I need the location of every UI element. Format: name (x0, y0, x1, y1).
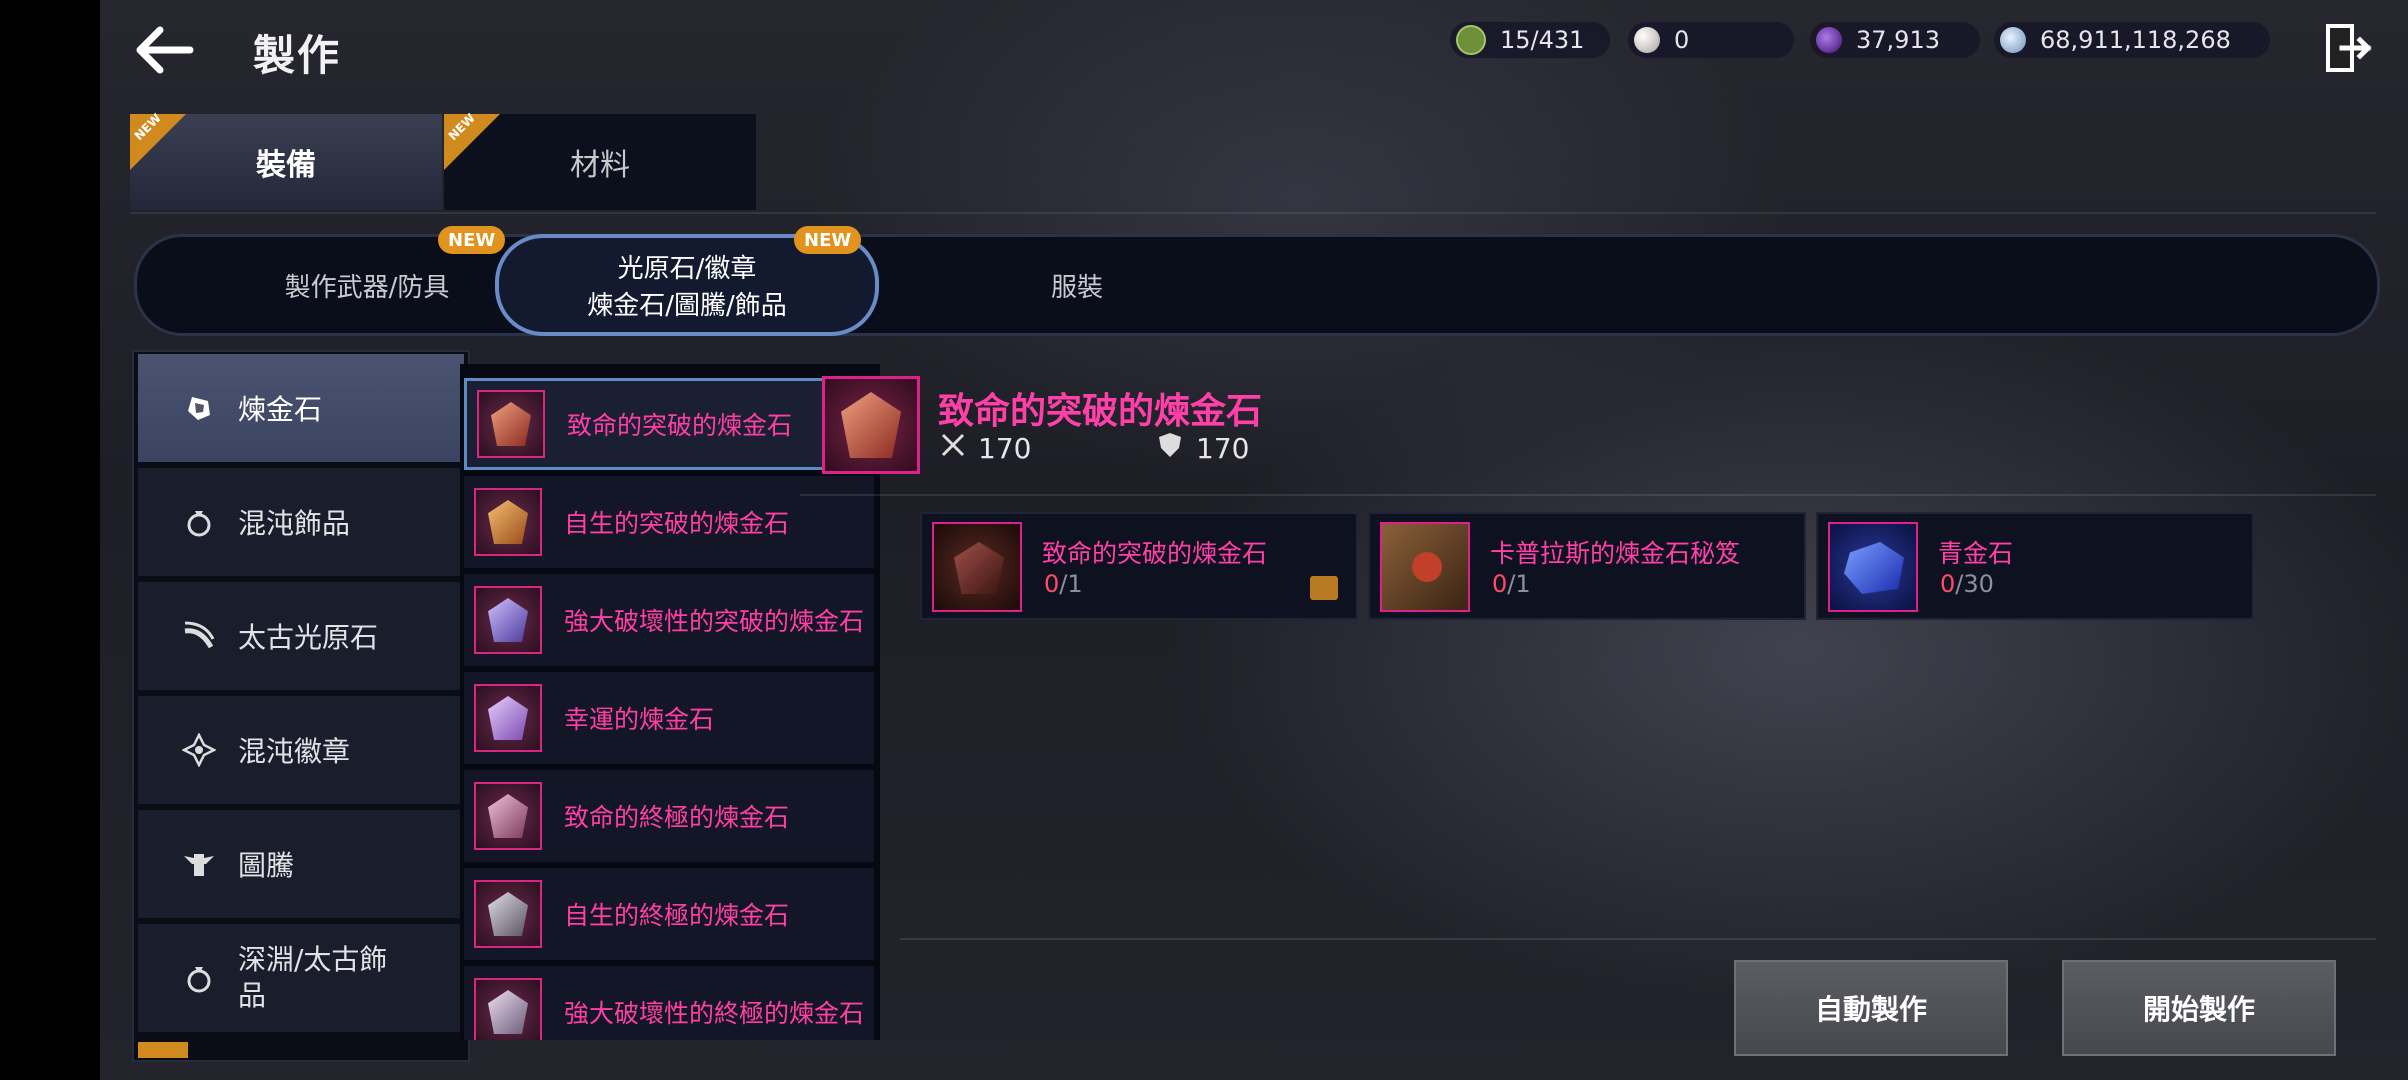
item-label: 強大破壞性的終極的煉金石 (564, 999, 864, 1028)
shield-icon (1158, 432, 1182, 465)
ring-icon (182, 961, 216, 995)
category-totem[interactable]: 圖騰 (138, 810, 464, 918)
list-item[interactable]: 自生的突破的煉金石 (464, 476, 874, 568)
category-label: 太古光原石 (238, 621, 379, 654)
category-label: 圖騰 (238, 849, 295, 882)
tab-label: 裝備 (256, 148, 316, 183)
currency-purple-orb: 37,913 (1810, 22, 1980, 58)
category-label: 煉金石 (238, 393, 323, 426)
swap-icon[interactable] (1310, 576, 1338, 600)
material-count: 0/1 (1044, 570, 1083, 598)
list-item[interactable]: 致命的終極的煉金石 (464, 770, 874, 862)
item-label: 強大破壞性的突破的煉金石 (564, 607, 864, 636)
alchemy-stone-icon (477, 390, 545, 458)
bottom-divider (900, 938, 2376, 940)
currency-silver-coin: 68,911,118,268 (1994, 22, 2270, 58)
green-crest-icon (1456, 25, 1486, 55)
new-badge: NEW (438, 226, 506, 254)
material-name: 致命的突破的煉金石 (1042, 539, 1268, 568)
crossed-swords-icon (940, 432, 966, 465)
currency-green-crest: 15/431 (1450, 22, 1610, 58)
totem-icon (182, 847, 216, 881)
category-abyss-ancient-accessory[interactable]: 深淵/太古飾品 (138, 924, 464, 1032)
attack-value: 170 (978, 432, 1032, 465)
material-card[interactable]: 青金石 0/30 (1816, 512, 2254, 620)
new-corner-badge: NEW (444, 111, 500, 170)
start-craft-button[interactable]: 開始製作 (2062, 960, 2336, 1056)
tab-materials[interactable]: NEW 材料 (444, 111, 756, 210)
category-ancient-arc-stone[interactable]: 太古光原石 (138, 582, 464, 690)
subtab-label-line2: 煉金石/圖騰/飾品 (587, 291, 787, 321)
list-item[interactable]: 強大破壞性的突破的煉金石 (464, 574, 874, 666)
list-item[interactable]: 強大破壞性的終極的煉金石 (464, 966, 874, 1040)
material-card[interactable]: 卡普拉斯的煉金石秘笈 0/1 (1368, 512, 1806, 620)
recipe-list[interactable]: 致命的突破的煉金石 自生的突破的煉金石 強大破壞性的突破的煉金石 幸運的煉金石 … (460, 364, 880, 1040)
material-card[interactable]: 致命的突破的煉金石 0/1 (920, 512, 1358, 620)
alchemy-stone-icon (474, 782, 542, 850)
selected-item-icon (822, 376, 920, 474)
emblem-icon (182, 733, 216, 767)
arc-stone-icon (182, 619, 216, 653)
item-label: 致命的終極的煉金石 (564, 803, 790, 832)
silver-coin-icon (2000, 27, 2026, 53)
subtab-label: 服裝 (1050, 272, 1103, 303)
category-label: 深淵/太古飾品 (238, 943, 388, 1012)
defense-stat: 170 (1158, 432, 1249, 465)
list-item[interactable]: 致命的突破的煉金石 (464, 378, 874, 470)
pearl-icon (1634, 27, 1660, 53)
purple-orb-icon (1816, 27, 1842, 53)
item-label: 自生的突破的煉金石 (564, 509, 790, 538)
list-item[interactable]: 自生的終極的煉金石 (464, 868, 874, 960)
tab-label: 材料 (570, 148, 630, 183)
material-name: 卡普拉斯的煉金石秘笈 (1490, 539, 1741, 568)
subtab-label: 製作武器/防具 (284, 272, 450, 303)
currency-value: 0 (1674, 26, 1690, 54)
alchemy-stone-icon (474, 488, 542, 556)
selected-item-name: 致命的突破的煉金石 (938, 391, 1263, 432)
detail-divider (800, 494, 2376, 496)
back-arrow-icon[interactable] (130, 22, 200, 78)
category-label: 混沌飾品 (238, 507, 351, 540)
book-icon (1380, 522, 1470, 612)
exit-icon[interactable] (2320, 20, 2376, 76)
alchemy-stone-icon (474, 684, 542, 752)
new-badge: NEW (794, 226, 862, 254)
category-chaos-accessory[interactable]: 混沌飾品 (138, 468, 464, 576)
material-count: 0/1 (1492, 570, 1531, 598)
alchemy-stone-icon (474, 978, 542, 1040)
new-corner-badge: NEW (130, 111, 186, 170)
new-corner-badge (138, 1042, 188, 1058)
alchemy-stone-icon (182, 391, 216, 425)
category-panel: 煉金石 混沌飾品 太古光原石 混沌徽章 圖騰 深淵/太古飾品 (132, 350, 470, 1062)
list-item[interactable]: 幸運的煉金石 (464, 672, 874, 764)
page-title: 製作 (253, 31, 342, 80)
lapis-icon (1828, 522, 1918, 612)
tab-divider (130, 212, 2376, 214)
attack-stat: 170 (940, 432, 1031, 465)
item-label: 幸運的煉金石 (564, 705, 715, 734)
category-chaos-emblem[interactable]: 混沌徽章 (138, 696, 464, 804)
material-count: 0/30 (1940, 570, 1994, 598)
auto-craft-button[interactable]: 自動製作 (1734, 960, 2008, 1056)
currency-value: 68,911,118,268 (2040, 26, 2231, 54)
alchemy-stone-icon (474, 586, 542, 654)
category-label: 混沌徽章 (238, 735, 351, 768)
material-name: 青金石 (1938, 539, 2014, 568)
currency-value: 37,913 (1856, 26, 1940, 54)
tab-equipment[interactable]: NEW 裝備 (130, 111, 442, 210)
item-label: 自生的終極的煉金石 (564, 901, 790, 930)
ring-icon (182, 505, 216, 539)
currency-value: 15/431 (1500, 26, 1585, 54)
defense-value: 170 (1196, 432, 1250, 465)
red-stone-icon (932, 522, 1022, 612)
alchemy-stone-icon (474, 880, 542, 948)
subtab-label-line1: 光原石/徽章 (617, 254, 757, 284)
currency-pearl: 0 (1628, 22, 1794, 58)
category-alchemy-stone[interactable]: 煉金石 (138, 354, 464, 462)
subtab-costume[interactable]: 服裝 (937, 237, 1217, 333)
